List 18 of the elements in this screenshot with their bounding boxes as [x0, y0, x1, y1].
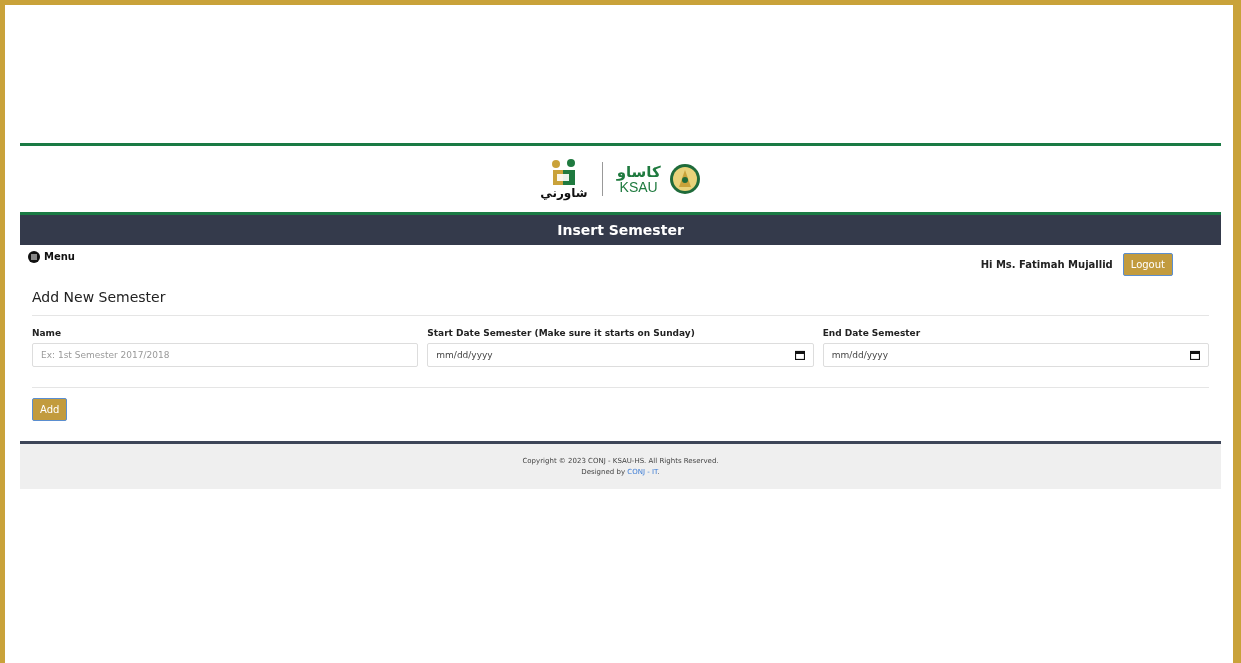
calendar-icon — [794, 350, 805, 360]
chat-logo-icon — [550, 159, 577, 187]
menu-link[interactable]: Menu — [28, 251, 75, 264]
page-title: Insert Semester — [557, 222, 684, 238]
app-logo-text: شاورني — [540, 187, 588, 199]
field-label: Start Date Semester (Make sure it starts on Sunday) — [427, 328, 696, 338]
field-label: End Date Semester — [822, 328, 922, 338]
menu-icon — [28, 251, 40, 263]
university-logo-text: KSAU — [619, 179, 658, 194]
emblem-icon — [668, 163, 701, 195]
university-logo-arabic: كاساو — [616, 164, 661, 180]
date-input[interactable]: mm/dd/yyyy — [822, 343, 1209, 367]
name-input[interactable]: Ex: 1st Semester 2017/2018 — [32, 343, 419, 367]
user-greeting: Hi Ms. Fatimah Mujallid — [980, 258, 1113, 270]
calendar-icon — [1190, 350, 1200, 360]
form-heading: Add New Semester — [32, 289, 1209, 316]
field-label: Name — [32, 328, 63, 338]
date-input[interactable]: mm/dd/yyyy — [427, 343, 814, 367]
